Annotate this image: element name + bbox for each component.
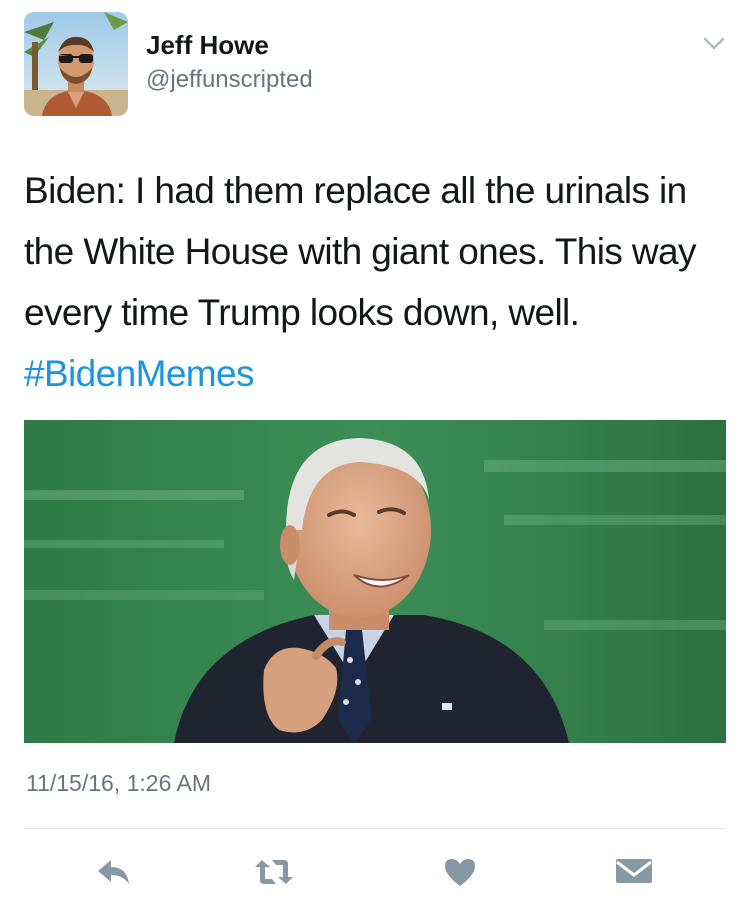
avatar-photo <box>24 12 128 116</box>
tweet-body: Biden: I had them replace all the urinal… <box>24 170 697 333</box>
author-handle[interactable]: @jeffunscripted <box>146 66 313 94</box>
tweet-text: Biden: I had them replace all the urinal… <box>24 160 729 404</box>
hashtag-link[interactable]: #BidenMemes <box>24 353 255 394</box>
reply-button[interactable] <box>92 852 136 892</box>
retweet-icon <box>255 860 293 884</box>
chevron-down-icon[interactable] <box>702 36 726 52</box>
heart-icon <box>445 859 475 886</box>
tweet-timestamp: 11/15/16, 1:26 AM <box>26 770 211 796</box>
action-bar-divider <box>24 828 726 829</box>
author-display-name[interactable]: Jeff Howe <box>146 30 269 61</box>
media-image <box>24 420 726 743</box>
avatar[interactable] <box>24 12 128 116</box>
reply-icon <box>98 860 129 884</box>
retweet-button[interactable] <box>252 852 296 892</box>
direct-message-button[interactable] <box>612 852 656 892</box>
tweet-media-photo[interactable] <box>24 420 726 743</box>
direct-message-icon <box>616 859 652 883</box>
like-button[interactable] <box>438 852 482 892</box>
